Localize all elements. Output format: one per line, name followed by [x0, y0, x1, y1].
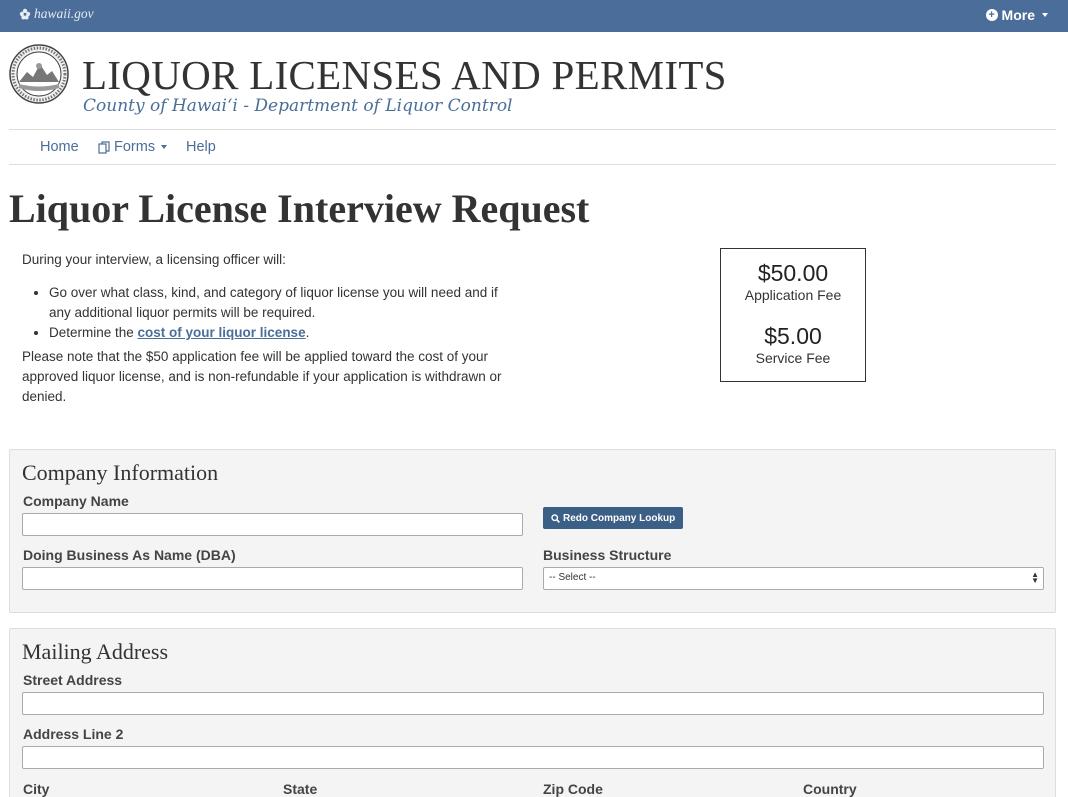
caret-down-icon [161, 145, 168, 149]
business-structure-value: -- Select -- [549, 572, 596, 583]
street-address-label: Street Address [23, 672, 123, 688]
bullet-item: Determine the cost of your liquor licens… [49, 323, 522, 343]
cost-link[interactable]: cost of your liquor license [138, 325, 306, 340]
address-line2-label: Address Line 2 [23, 726, 124, 742]
hawaii-gov-link[interactable]: hawaii.gov [19, 6, 94, 22]
site-subtitle: County of Hawai‘i - Department of Liquor… [83, 96, 513, 116]
address-line2-input[interactable] [22, 746, 1044, 769]
page-title: Liquor License Interview Request [9, 186, 590, 231]
application-fee-label: Application Fee [744, 287, 842, 303]
bullet-item: Go over what class, kind, and category o… [49, 283, 522, 323]
fee-box: $50.00 Application Fee $5.00 Service Fee [720, 248, 866, 382]
service-fee-label: Service Fee [755, 350, 831, 366]
main-nav: Home Forms Help [9, 129, 1056, 165]
mailing-address-heading: Mailing Address [22, 639, 169, 664]
street-address-input[interactable] [22, 692, 1044, 715]
zip-code-label: Zip Code [543, 781, 603, 797]
nav-help[interactable]: Help [186, 139, 216, 155]
company-name-label: Company Name [23, 493, 129, 509]
intro-text: During your interview, a licensing offic… [22, 250, 522, 407]
dba-label: Doing Business As Name (DBA) [23, 547, 236, 563]
plus-circle-icon: + [985, 9, 998, 21]
mailing-address-panel: Mailing Address Street Address Address L… [9, 628, 1056, 797]
redo-company-lookup-button[interactable]: Redo Company Lookup [543, 507, 684, 529]
top-bar: hawaii.gov + More [0, 0, 1068, 32]
more-label: More [1001, 7, 1035, 23]
more-menu-button[interactable]: + More [985, 7, 1048, 23]
redo-lookup-label: Redo Company Lookup [563, 512, 676, 524]
company-info-heading: Company Information [22, 460, 219, 485]
company-info-panel: Company Information Company Name Redo Co… [9, 449, 1056, 613]
site-title: LIQUOR LICENSES AND PERMITS [82, 52, 727, 98]
nav-forms[interactable]: Forms [98, 139, 168, 155]
copy-icon [98, 140, 110, 154]
county-seal-logo [9, 44, 69, 104]
business-structure-label: Business Structure [543, 547, 672, 563]
nav-home[interactable]: Home [40, 139, 79, 155]
fee-note: Please note that the $50 application fee… [22, 349, 502, 404]
service-fee-amount: $5.00 [764, 323, 822, 349]
intro-lead: During your interview, a licensing offic… [22, 252, 286, 267]
nav-forms-label: Forms [114, 139, 156, 155]
caret-down-icon [1042, 13, 1048, 17]
bullet-prefix: Determine the [49, 325, 138, 340]
company-name-input[interactable] [22, 513, 523, 536]
city-label: City [23, 781, 50, 797]
interview-bullets: Go over what class, kind, and category o… [49, 283, 522, 343]
application-fee-amount: $50.00 [757, 260, 829, 286]
bullet-suffix: . [305, 325, 310, 340]
search-icon [551, 513, 560, 523]
state-label: State [283, 781, 318, 797]
flower-icon [19, 8, 31, 20]
hawaii-gov-label: hawaii.gov [34, 6, 94, 21]
select-arrows-icon: ▲ ▼ [1031, 570, 1039, 585]
business-structure-select[interactable]: -- Select -- ▲ ▼ [543, 567, 1044, 590]
dba-input[interactable] [22, 567, 523, 590]
country-label: Country [803, 781, 857, 797]
